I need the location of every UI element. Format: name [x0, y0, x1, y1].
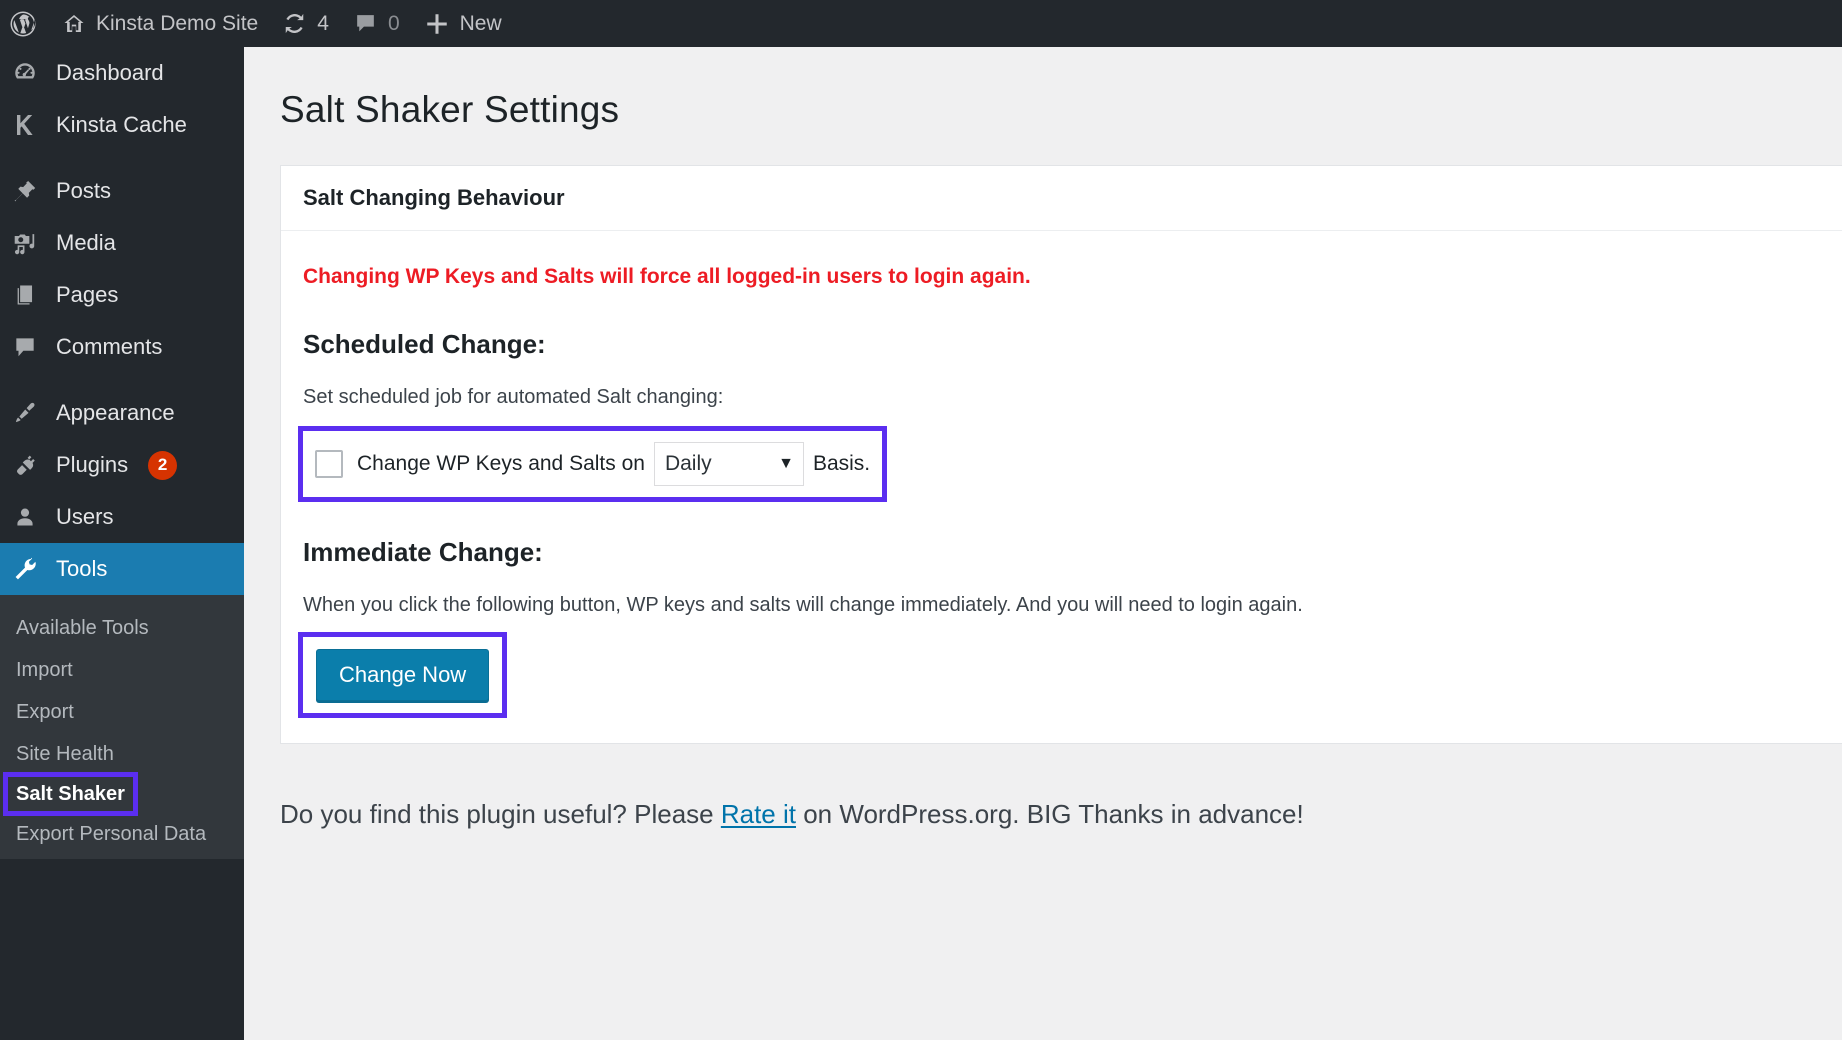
chevron-down-icon: ▼: [778, 455, 794, 472]
pages-icon: [8, 282, 42, 308]
change-now-button[interactable]: Change Now: [316, 649, 490, 701]
change-now-highlight: Change Now: [297, 632, 508, 718]
sidebar-item-users[interactable]: Users: [0, 491, 244, 543]
panel-heading: Salt Changing Behaviour: [281, 166, 1842, 231]
adminbar-new[interactable]: New: [412, 0, 514, 47]
sidebar-item-posts[interactable]: Posts: [0, 165, 244, 217]
sidebar-item-label: Posts: [56, 178, 112, 203]
sidebar-item-pages[interactable]: Pages: [0, 269, 244, 321]
media-icon: [8, 230, 42, 256]
sidebar-subitem-export-personal-data[interactable]: Export Personal Data: [0, 813, 244, 855]
warning-message: Changing WP Keys and Salts will force al…: [303, 265, 1031, 288]
panel-body: Changing WP Keys and Salts will force al…: [281, 231, 1842, 743]
sidebar-item-label: Appearance: [56, 400, 175, 425]
user-icon: [8, 504, 42, 530]
admin-bar: Kinsta Demo Site 4 0 New: [0, 0, 1842, 47]
sidebar-item-label: Tools: [56, 556, 108, 581]
adminbar-updates[interactable]: 4: [270, 0, 341, 47]
tools-submenu: Available Tools Import Export Site Healt…: [0, 595, 244, 859]
rate-plugin-note: Do you find this plugin useful? Please R…: [280, 799, 1842, 830]
sidebar-separator: [0, 373, 244, 387]
comment-bubble-icon: [8, 334, 42, 360]
plus-icon: [424, 11, 450, 37]
sidebar-subitem-salt-shaker-wrapper: Salt Shaker: [0, 772, 244, 816]
scheduled-change-row-highlight: Change WP Keys and Salts on Daily ▼ Basi…: [297, 426, 888, 502]
plugins-update-badge: 2: [148, 450, 178, 480]
sidebar-item-comments[interactable]: Comments: [0, 321, 244, 373]
scheduled-change-title: Scheduled Change:: [303, 329, 546, 359]
sidebar-item-kinsta-cache[interactable]: Kinsta Cache: [0, 99, 244, 151]
sidebar-separator: [0, 151, 244, 165]
sidebar-item-label: Kinsta Cache: [56, 112, 187, 137]
sidebar-subitem-site-health[interactable]: Site Health: [0, 733, 244, 775]
plug-icon: [8, 452, 42, 478]
frequency-select-value: Daily: [664, 452, 712, 475]
immediate-change-title: Immediate Change:: [303, 537, 543, 567]
adminbar-comments[interactable]: 0: [341, 0, 412, 47]
dashboard-icon: [8, 60, 42, 86]
comment-bubble-icon: [353, 11, 378, 36]
kinsta-k-icon: [8, 112, 42, 138]
adminbar-site-name-label: Kinsta Demo Site: [96, 11, 259, 35]
settings-panel: Salt Changing Behaviour Changing WP Keys…: [280, 165, 1842, 744]
rate-note-before: Do you find this plugin useful? Please: [280, 799, 721, 829]
sidebar-subitem-import[interactable]: Import: [0, 649, 244, 691]
adminbar-site-name[interactable]: Kinsta Demo Site: [50, 0, 270, 47]
frequency-select[interactable]: Daily ▼: [653, 442, 804, 486]
admin-sidebar: Dashboard Kinsta Cache Posts Media Pages…: [0, 47, 244, 1040]
sidebar-item-media[interactable]: Media: [0, 217, 244, 269]
main-content: Salt Shaker Settings Salt Changing Behav…: [244, 47, 1842, 1040]
adminbar-comments-count: 0: [387, 11, 400, 35]
adminbar-updates-count: 4: [317, 11, 329, 35]
sidebar-subitem-salt-shaker[interactable]: Salt Shaker: [3, 772, 138, 816]
sidebar-item-label: Comments: [56, 334, 163, 359]
rate-note-after: on WordPress.org. BIG Thanks in advance!: [796, 799, 1304, 829]
sidebar-item-label: Plugins: [56, 452, 129, 477]
paintbrush-icon: [8, 400, 42, 426]
immediate-change-description: When you click the following button, WP …: [303, 594, 1303, 616]
scheduled-change-checkbox-label: Change WP Keys and Salts on: [357, 452, 645, 475]
sidebar-item-tools[interactable]: Tools: [0, 543, 244, 595]
adminbar-wp-logo[interactable]: [0, 0, 50, 47]
sidebar-item-dashboard[interactable]: Dashboard: [0, 47, 244, 99]
wrench-icon: [8, 556, 42, 582]
sidebar-subitem-available-tools[interactable]: Available Tools: [0, 607, 244, 649]
page-title: Salt Shaker Settings: [280, 89, 620, 130]
rate-it-link[interactable]: Rate it: [721, 799, 796, 829]
sidebar-item-plugins[interactable]: Plugins 2: [0, 439, 244, 491]
sidebar-subitem-export[interactable]: Export: [0, 691, 244, 733]
scheduled-change-description: Set scheduled job for automated Salt cha…: [303, 386, 724, 408]
adminbar-new-label: New: [459, 11, 502, 35]
updates-icon: [282, 11, 307, 36]
sidebar-item-label: Pages: [56, 282, 119, 307]
sidebar-item-appearance[interactable]: Appearance: [0, 387, 244, 439]
wordpress-logo-icon: [8, 9, 38, 39]
sidebar-item-label: Users: [56, 504, 114, 529]
pin-icon: [8, 178, 42, 204]
home-icon: [62, 12, 86, 36]
basis-suffix-label: Basis.: [812, 452, 871, 475]
scheduled-change-checkbox[interactable]: [315, 450, 343, 478]
sidebar-item-label: Media: [56, 230, 116, 255]
sidebar-item-label: Dashboard: [56, 60, 164, 85]
